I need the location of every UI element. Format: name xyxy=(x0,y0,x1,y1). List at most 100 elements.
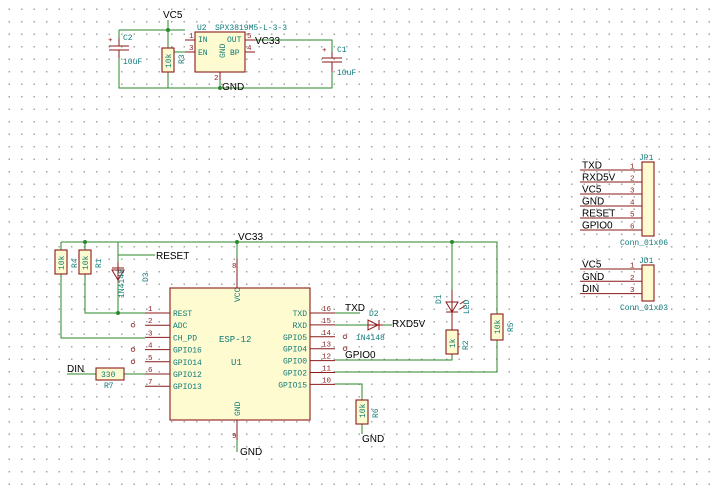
u1-right-pin-num: 13 xyxy=(322,342,332,350)
connector-pin-num: 3 xyxy=(630,188,635,196)
u2-pin-gnd: GND xyxy=(219,43,228,58)
u1-right-pin-num: 12 xyxy=(322,354,331,362)
u2-ref: U2 xyxy=(197,24,207,33)
r1-value: 10k xyxy=(82,255,91,270)
resistor-r7[interactable]: 330 R7 xyxy=(95,367,125,391)
c1-value: 10uF xyxy=(337,69,356,78)
u2-pin-en: EN xyxy=(198,49,208,58)
u2-pin-out: OUT xyxy=(227,36,242,45)
connector-net-label: VC5 xyxy=(582,260,602,271)
connector-pin-num: 1 xyxy=(630,263,635,271)
u1-right-pin-num: 11 xyxy=(322,366,332,374)
c2-polarity: + xyxy=(108,37,113,45)
u1-left-pin-name: CH_PD xyxy=(173,334,197,343)
resistor-r6[interactable]: 10k R6 xyxy=(355,399,381,425)
r4-value: 10k xyxy=(58,255,67,270)
resistor-r4[interactable]: 10k R4 xyxy=(54,249,80,275)
u1-left-pin-num: 5 xyxy=(148,355,153,363)
u1-left-pin-name: GPIO14 xyxy=(173,359,202,368)
capacitor-c2[interactable]: + C2 10uF xyxy=(108,34,142,67)
u1-right-pin-num: 16 xyxy=(322,306,332,314)
u1-right-pin-name: GPIO0 xyxy=(283,358,307,367)
u1-ref: U1 xyxy=(231,358,242,368)
connector-net-label: DIN xyxy=(582,284,599,295)
u1-left-pin-name: GPIO13 xyxy=(173,383,202,392)
connector-net-label: TXD xyxy=(582,161,602,172)
u1-value: ESP-12 xyxy=(219,335,251,345)
u1-pin8-num: 8 xyxy=(232,263,237,271)
no-connect-marker xyxy=(130,347,136,352)
u1-left-pin-name: GPIO16 xyxy=(173,347,202,356)
jp1-value: Conn_01x06 xyxy=(620,239,668,248)
d1-ref: D1 xyxy=(435,294,444,304)
connector-jd1[interactable]: JD1 Conn_01x03 VC5 1 GND 2 DIN 3 xyxy=(580,257,668,313)
r2-ref: R2 xyxy=(462,340,471,350)
u1-right-pin-num: 14 xyxy=(322,330,332,338)
r6-value: 10k xyxy=(359,403,368,418)
jd1-value: Conn_01x03 xyxy=(620,304,668,313)
connector-pin-num: 2 xyxy=(630,275,635,283)
u1-right-pin-name: RXD xyxy=(293,322,308,331)
no-connect-marker xyxy=(130,359,136,364)
u1-right-pin-name: GPIO2 xyxy=(283,370,307,379)
regulator-u2[interactable]: 1 3 5 4 2 IN EN OUT BP GND U2 SPX3819M5-… xyxy=(185,24,287,83)
connector-pin-num: 5 xyxy=(630,212,635,220)
c2-ref: C2 xyxy=(123,34,133,43)
u1-left-pin-name: GPIO12 xyxy=(173,371,202,380)
connector-pin-num: 4 xyxy=(630,200,635,208)
resistor-r5[interactable]: 10k R5 xyxy=(490,313,516,341)
u1-pin9-num: 9 xyxy=(232,433,237,441)
c2-value: 10uF xyxy=(123,58,142,67)
u1-right-pin-name: GPIO15 xyxy=(278,381,307,390)
connector-net-label: GPIO0 xyxy=(582,221,613,232)
connector-net-label: GND xyxy=(582,197,604,208)
jd1-ref: JD1 xyxy=(639,257,654,266)
u1-left-pin-num: 6 xyxy=(148,367,153,375)
r7-ref: R7 xyxy=(104,382,114,391)
d2-value: 1N4148 xyxy=(356,334,385,343)
jp1-ref: JP1 xyxy=(639,154,654,163)
c1-ref: C1 xyxy=(337,46,347,55)
d2-ref: D2 xyxy=(369,310,379,319)
u2-pin3-num: 3 xyxy=(189,45,194,53)
u1-right-pin-num: 15 xyxy=(322,318,332,326)
u2-pin2-num: 2 xyxy=(214,75,219,83)
r5-value: 10k xyxy=(494,319,503,334)
r3-ref: R3 xyxy=(178,54,187,64)
r3-value: 10k xyxy=(165,53,174,68)
no-connect-marker xyxy=(130,323,136,328)
r2-value: 1k xyxy=(449,338,458,348)
u1-left-pin-name: ADC xyxy=(173,322,188,331)
r7-value: 330 xyxy=(101,371,116,380)
d3-value: 1N4148 xyxy=(118,269,127,298)
mcu-u1[interactable]: 8 9 VCC GND ESP-12 U1 1 REST 2 ADC 3 CH_PD 4 GP… xyxy=(130,258,348,441)
net-label-txd: TXD xyxy=(345,303,365,314)
connector-pin-num: 6 xyxy=(630,224,635,232)
net-label-vc33-main: VC33 xyxy=(238,232,263,243)
u1-right-pin-name: GPIO5 xyxy=(283,334,307,343)
connector-jp1[interactable]: JP1 Conn_01x06 TXD 1 RXD5V 2 VC5 3 GND 4 RESET 5 G… xyxy=(580,154,668,248)
u2-pin-bp: BP xyxy=(230,49,240,58)
net-label-gnd-r6: GND xyxy=(362,434,384,445)
jd1-pins: VC5 1 GND 2 DIN 3 xyxy=(580,260,642,295)
connector-net-label: RXD5V xyxy=(582,173,616,184)
connector-pin-num: 3 xyxy=(630,287,635,295)
diode-d3[interactable]: 1N4148 D3 xyxy=(111,262,151,298)
u2-pin4-num: 4 xyxy=(247,45,252,53)
resistor-r2[interactable]: 1k R2 xyxy=(445,329,471,355)
capacitor-c1[interactable]: + C1 10uF xyxy=(322,46,356,78)
u2-pin-in: IN xyxy=(198,36,208,45)
u1-left-pin-num: 2 xyxy=(148,318,153,326)
net-label-vc5-top: VC5 xyxy=(163,10,183,21)
resistor-r1[interactable]: 10k R1 xyxy=(78,249,104,275)
led-d1[interactable]: D1 LED xyxy=(435,290,472,330)
u1-right-pin-name: GPIO4 xyxy=(283,346,307,355)
d3-ref: D3 xyxy=(142,272,151,282)
diode-d2[interactable]: D2 1N4148 xyxy=(356,310,385,343)
net-label-reset: RESET xyxy=(156,251,189,262)
u1-pin-gnd: GND xyxy=(234,401,243,416)
u1-left-pins: 1 REST 2 ADC 3 CH_PD 4 GPIO16 5 GPIO14 6 GPIO12 7 GPI… xyxy=(130,306,202,392)
no-connect-marker xyxy=(342,334,348,339)
u2-value: SPX3819M5-L-3-3 xyxy=(215,24,287,33)
r1-ref: R1 xyxy=(95,258,104,268)
